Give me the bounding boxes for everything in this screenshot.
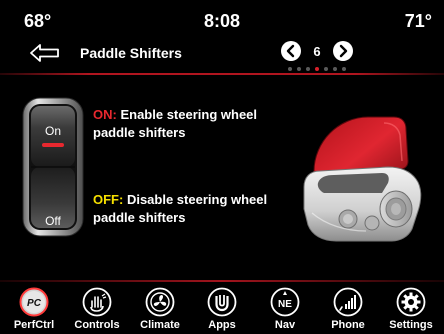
clock: 8:08 [203, 11, 241, 31]
chevron-right-icon [339, 44, 348, 58]
paddle-shifters-screen: 68° 8:08 71° Paddle Shifters 6 On Off ON… [0, 0, 444, 334]
nav-phone[interactable]: Phone [316, 283, 380, 334]
passenger-temperature[interactable]: 71° [405, 11, 432, 31]
switch-on-label: On [44, 124, 61, 138]
next-page-button[interactable] [333, 41, 353, 61]
switch-off-label: Off [45, 214, 61, 228]
on-description: ON: Enable steering wheel paddle shifter… [93, 106, 283, 142]
page-dot [342, 67, 346, 71]
on-description-text: Enable steering wheel paddle shifters [93, 107, 258, 140]
compass-icon: NE [270, 287, 300, 317]
page-number: 6 [313, 44, 321, 59]
climate-fan-icon [145, 287, 175, 317]
nav-label: Nav [274, 319, 296, 331]
steering-paddle-illustration [303, 116, 422, 242]
hand-controls-icon [82, 287, 112, 317]
page-dot [288, 67, 292, 71]
back-arrow-icon [30, 44, 59, 62]
on-key-label: ON: [93, 107, 117, 122]
nav-label: Settings [389, 319, 433, 331]
title-divider [0, 73, 444, 75]
phone-signal-icon [333, 287, 363, 317]
apps-icon [207, 287, 237, 317]
nav-label: Climate [140, 319, 180, 331]
previous-page-button[interactable] [281, 41, 301, 61]
nav-apps[interactable]: Apps [190, 283, 254, 334]
nav-label: Phone [331, 319, 365, 331]
nav-perfctrl[interactable]: PC PerfCtrl [2, 283, 66, 334]
nav-label: Apps [208, 319, 236, 331]
nav-label: PerfCtrl [13, 319, 55, 331]
page-dot [306, 67, 310, 71]
nav-nav[interactable]: NE Nav [253, 283, 317, 334]
svg-text:NE: NE [278, 299, 292, 310]
svg-text:PC: PC [27, 298, 42, 309]
off-key-label: OFF: [93, 192, 124, 207]
chevron-left-icon [286, 44, 295, 58]
page-dot [333, 67, 337, 71]
page-dot [324, 67, 328, 71]
nav-settings[interactable]: Settings [379, 283, 443, 334]
back-button[interactable] [28, 42, 62, 64]
nav-label: Controls [74, 319, 120, 331]
page-title: Paddle Shifters [80, 45, 182, 61]
page-dot [315, 67, 319, 71]
nav-climate[interactable]: Climate [128, 283, 192, 334]
perf-control-icon: PC [19, 287, 49, 317]
nav-controls[interactable]: Controls [65, 283, 129, 334]
nav-divider [0, 280, 444, 282]
off-description: OFF: Disable steering wheel paddle shift… [93, 191, 273, 227]
gear-icon [396, 287, 426, 317]
page-dot [297, 67, 301, 71]
